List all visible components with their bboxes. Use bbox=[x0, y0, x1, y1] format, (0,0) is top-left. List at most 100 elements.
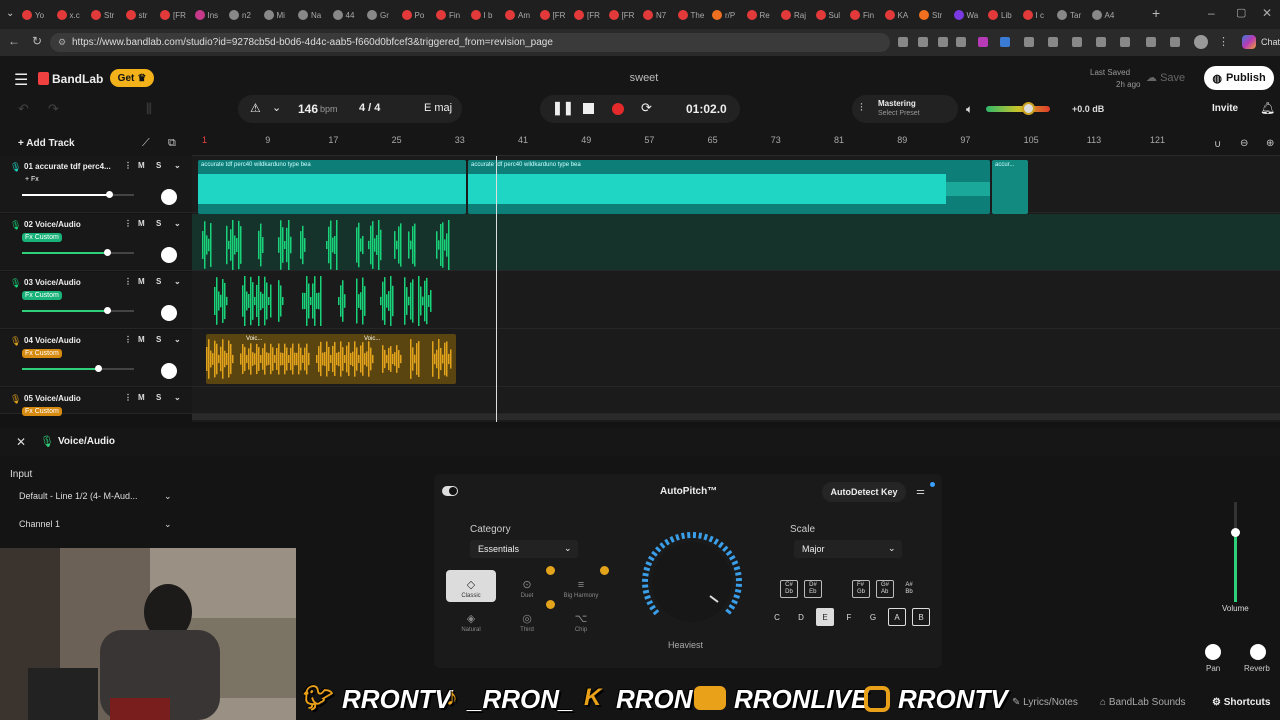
browser-tab[interactable]: [FR bbox=[574, 6, 607, 24]
browser-tab[interactable]: The bbox=[677, 6, 711, 24]
browser-tab[interactable]: Sul bbox=[815, 6, 849, 24]
browser-tab[interactable]: I c bbox=[1022, 6, 1056, 24]
browser-tab[interactable]: 44 bbox=[332, 6, 366, 24]
zoom-in-icon[interactable]: ⊕ bbox=[1266, 138, 1274, 149]
extension-icon[interactable] bbox=[1024, 37, 1034, 47]
track-header[interactable]: 🎙︎ 02 Voice/Audio Fx Custom ⋮ M S ⌄ bbox=[0, 214, 192, 271]
volume-fader-knob[interactable] bbox=[1231, 528, 1240, 537]
profile-avatar[interactable] bbox=[1194, 35, 1208, 49]
chevron-down-icon[interactable]: ⌄ bbox=[174, 335, 181, 344]
browser-tab[interactable]: Str bbox=[919, 6, 952, 24]
audio-clip[interactable]: Voic... Voic... bbox=[206, 334, 456, 384]
arrangement-lanes[interactable]: accurate tdf perc40 wildkarduno type bea… bbox=[192, 156, 1280, 422]
close-window-icon[interactable]: ✕ bbox=[1262, 6, 1272, 20]
volume-knob[interactable] bbox=[95, 365, 103, 372]
metronome-dropdown-icon[interactable]: ⌄ bbox=[272, 101, 281, 114]
key-button-sharp[interactable]: G# Ab bbox=[876, 580, 894, 598]
track-volume-slider[interactable] bbox=[22, 249, 134, 256]
bpm-value[interactable]: 146 bbox=[298, 102, 318, 116]
browser-tab[interactable]: [FR bbox=[608, 6, 642, 24]
browser-tab[interactable]: Ins bbox=[194, 6, 228, 24]
key-button-c[interactable]: C bbox=[768, 608, 786, 626]
extension-icon[interactable] bbox=[1000, 37, 1010, 47]
fx-badge[interactable]: + Fx bbox=[22, 175, 42, 184]
solo-button[interactable]: S bbox=[156, 393, 161, 402]
mute-button[interactable]: M bbox=[138, 161, 145, 170]
browser-tab[interactable]: Mi bbox=[263, 6, 297, 24]
pause-icon[interactable]: ❚❚ bbox=[552, 100, 574, 116]
chevron-down-icon[interactable]: ⌄ bbox=[174, 161, 181, 170]
autopitch-settings-icon[interactable]: ⚌ bbox=[916, 486, 925, 497]
invite-button[interactable]: Invite bbox=[1212, 103, 1238, 114]
key-button-d[interactable]: D bbox=[792, 608, 810, 626]
fx-badge[interactable]: Fx Custom bbox=[22, 407, 62, 416]
track-pan-knob[interactable] bbox=[161, 363, 177, 379]
extension-icon[interactable] bbox=[938, 37, 948, 47]
key-button-f[interactable]: F bbox=[840, 608, 858, 626]
track-name[interactable]: 02 Voice/Audio bbox=[24, 220, 81, 229]
bandlab-sounds-button[interactable]: ⌂ BandLab Sounds bbox=[1100, 697, 1186, 708]
extension-icon[interactable] bbox=[1120, 37, 1130, 47]
track-menu-icon[interactable]: ⋮ bbox=[124, 277, 132, 286]
browser-tab[interactable]: Am bbox=[505, 6, 538, 24]
scale-select[interactable]: Major ⌄ bbox=[794, 540, 902, 558]
key-button-sharp[interactable]: C# Db bbox=[780, 580, 798, 598]
autopitch-effect-chip[interactable]: ⌥ Chip bbox=[556, 604, 606, 636]
new-tab-icon[interactable]: + bbox=[1152, 5, 1160, 21]
chevron-down-icon[interactable]: ⌄ bbox=[174, 277, 181, 286]
browser-tab[interactable]: [FR bbox=[539, 6, 573, 24]
pan-knob[interactable] bbox=[1205, 644, 1221, 660]
key-selector[interactable]: E maj bbox=[424, 102, 452, 114]
extension-icon[interactable] bbox=[1048, 37, 1058, 47]
lyrics-notes-button[interactable]: ✎ Lyrics/Notes bbox=[1012, 697, 1078, 708]
redo-icon[interactable]: ↷ bbox=[48, 101, 59, 117]
key-button-g[interactable]: G bbox=[864, 608, 882, 626]
volume-knob[interactable] bbox=[106, 191, 114, 198]
track-settings-icon[interactable]: ⧉ bbox=[168, 137, 176, 150]
master-volume-slider[interactable] bbox=[986, 106, 1050, 112]
time-signature[interactable]: 4 / 4 bbox=[359, 102, 380, 114]
chat-label[interactable]: Chat bbox=[1261, 37, 1280, 47]
autopitch-effect-third[interactable]: ◎ Third bbox=[502, 604, 552, 636]
browser-tab[interactable]: Fin bbox=[436, 6, 469, 24]
autopitch-effect-big-harmony[interactable]: ≡ Big Harmony bbox=[556, 570, 606, 602]
autodetect-key-button[interactable]: AutoDetect Key bbox=[822, 482, 906, 502]
browser-tab[interactable]: Raj bbox=[781, 6, 814, 24]
extension-icon[interactable] bbox=[898, 37, 908, 47]
close-panel-icon[interactable]: ✕ bbox=[16, 435, 26, 449]
browser-tab[interactable]: A4 bbox=[1091, 6, 1125, 24]
track-name[interactable]: 01 accurate tdf perc4... bbox=[24, 162, 111, 171]
reload-icon[interactable]: ↻ bbox=[32, 34, 42, 48]
key-button-sharp[interactable]: A# Bb bbox=[900, 580, 918, 598]
browser-tab[interactable]: str bbox=[125, 6, 159, 24]
browser-tab[interactable]: Tar bbox=[1057, 6, 1090, 24]
browser-tab[interactable]: Str bbox=[91, 6, 124, 24]
chevron-down-icon[interactable]: ⌄ bbox=[174, 393, 181, 402]
extension-icon[interactable] bbox=[978, 37, 988, 47]
autopitch-effect-duet[interactable]: ⊙ Duet bbox=[502, 570, 552, 602]
track-pan-knob[interactable] bbox=[161, 189, 177, 205]
timeline-ruler[interactable]: 1 9 17 25 33 41 49 57 65 73 81 89 97 105 113 121 bbox=[192, 132, 1280, 156]
snap-magnet-icon[interactable]: ∪ bbox=[1214, 139, 1221, 150]
category-select[interactable]: Essentials ⌄ bbox=[470, 540, 578, 558]
undo-icon[interactable]: ↶ bbox=[18, 101, 29, 117]
key-button-sharp[interactable]: F# Gb bbox=[852, 580, 870, 598]
lane[interactable] bbox=[192, 272, 1280, 329]
autopitch-effect-natural[interactable]: ◈ Natural bbox=[446, 604, 496, 636]
browser-tab[interactable]: I b bbox=[470, 6, 504, 24]
pitch-strength-knob[interactable] bbox=[630, 526, 754, 622]
url-field[interactable]: ⚙ https://www.bandlab.com/studio?id=9278… bbox=[50, 33, 890, 52]
fx-badge[interactable]: Fx Custom bbox=[22, 349, 62, 358]
track-volume-slider[interactable] bbox=[22, 365, 134, 372]
track-volume-slider[interactable] bbox=[22, 191, 134, 198]
track-menu-icon[interactable]: ⋮ bbox=[124, 219, 132, 228]
metronome-icon[interactable]: ⚠ bbox=[250, 101, 261, 115]
loop-icon[interactable]: ⟳ bbox=[641, 100, 652, 116]
stop-icon[interactable] bbox=[583, 103, 594, 114]
track-header[interactable]: 🎙︎ 05 Voice/Audio Fx Custom ⋮ M S ⌄ bbox=[0, 388, 192, 416]
audio-clip[interactable]: accur... bbox=[992, 160, 1028, 214]
track-header[interactable]: 🎙︎ 01 accurate tdf perc4... + Fx ⋮ M S ⌄ bbox=[0, 156, 192, 213]
key-button-sharp[interactable]: D# Eb bbox=[804, 580, 822, 598]
extension-icon[interactable] bbox=[1096, 37, 1106, 47]
browser-tab[interactable]: x.c bbox=[56, 6, 90, 24]
